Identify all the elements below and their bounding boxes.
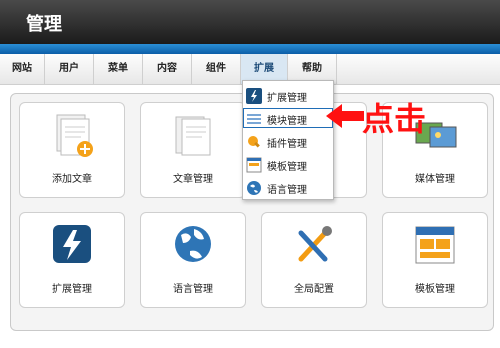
header-band xyxy=(0,44,500,54)
card-extension-manager[interactable]: 扩展管理 xyxy=(19,212,125,308)
menu-item-plugin-manager[interactable]: 插件管理 xyxy=(243,131,333,153)
tab-menus[interactable]: 菜单 xyxy=(94,54,143,84)
card-label: 全局配置 xyxy=(294,284,334,295)
card-label: 文章管理 xyxy=(173,174,213,185)
card-template-manager[interactable]: 模板管理 xyxy=(382,212,488,308)
template-icon xyxy=(415,226,455,264)
globe-icon xyxy=(247,181,261,195)
list-icon xyxy=(247,114,261,124)
card-label: 添加文章 xyxy=(52,174,92,185)
app-header: 管理 xyxy=(0,0,500,44)
article-manager-icon xyxy=(175,116,211,156)
menu-item-language-manager[interactable]: 语言管理 xyxy=(243,177,333,199)
template-icon xyxy=(246,157,262,173)
tab-users[interactable]: 用户 xyxy=(45,54,94,84)
menu-item-label: 插件管理 xyxy=(267,139,307,150)
lightning-icon xyxy=(246,88,262,104)
card-label: 语言管理 xyxy=(173,284,213,295)
card-add-article[interactable]: 添加文章 xyxy=(19,102,125,198)
menu-item-template-manager[interactable]: 模板管理 xyxy=(243,154,333,176)
app-title: 管理 xyxy=(26,14,62,35)
lightning-icon xyxy=(53,225,91,263)
add-article-icon xyxy=(56,114,93,157)
menu-item-label: 语言管理 xyxy=(267,185,307,196)
tools-icon xyxy=(298,226,332,262)
globe-icon xyxy=(175,226,211,262)
card-label: 扩展管理 xyxy=(52,284,92,295)
extensions-dropdown: 扩展管理 模块管理 插件管理 模板管理 语言管理 xyxy=(242,80,334,200)
tab-components[interactable]: 组件 xyxy=(192,54,241,84)
card-label: 媒体管理 xyxy=(415,174,455,185)
menu-item-label: 模板管理 xyxy=(267,162,307,173)
card-label: 模板管理 xyxy=(415,284,455,295)
tab-content[interactable]: 内容 xyxy=(143,54,192,84)
menu-item-module-manager[interactable]: 模块管理 xyxy=(243,108,333,130)
card-global-config[interactable]: 全局配置 xyxy=(261,212,367,308)
card-language-manager[interactable]: 语言管理 xyxy=(140,212,246,308)
click-annotation: 点击 xyxy=(362,100,427,138)
menu-item-label: 扩展管理 xyxy=(267,93,307,104)
tab-site[interactable]: 网站 xyxy=(0,54,45,84)
menu-item-label: 模块管理 xyxy=(267,116,307,127)
card-article-manager[interactable]: 文章管理 xyxy=(140,102,246,198)
menu-item-extension-manager[interactable]: 扩展管理 xyxy=(243,85,333,107)
red-arrow-icon xyxy=(326,104,364,128)
plug-icon xyxy=(248,136,260,148)
